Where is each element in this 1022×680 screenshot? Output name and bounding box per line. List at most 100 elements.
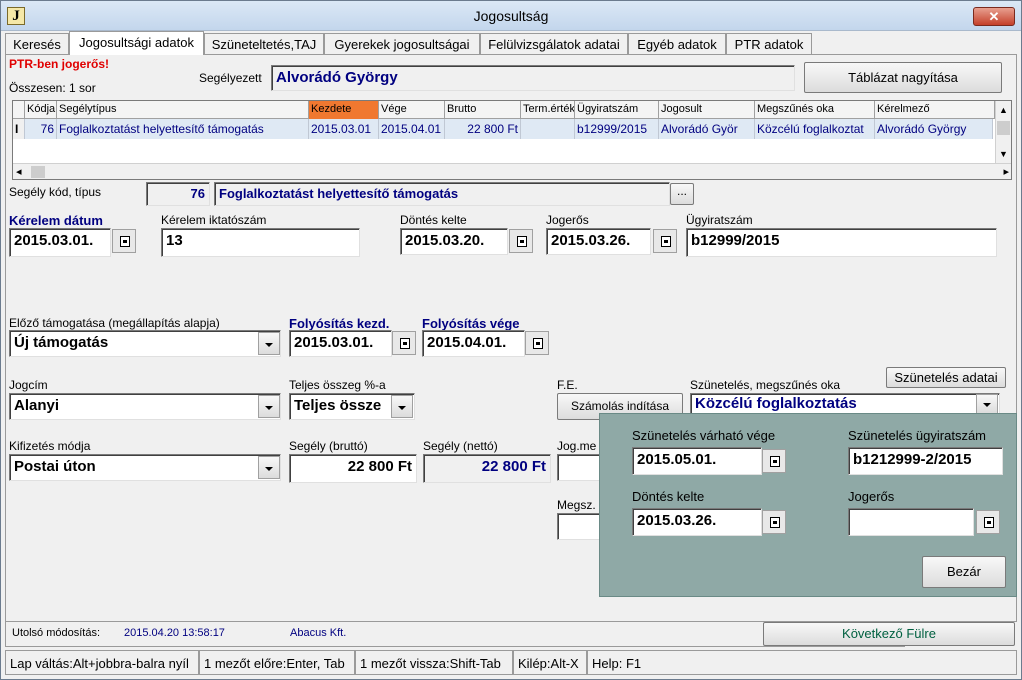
folyositas-vege-field[interactable]: 2015.04.01.: [422, 330, 525, 357]
col-term-ertek[interactable]: Term.érték: [521, 101, 575, 119]
ptr-warning: PTR-ben jogerős!: [9, 57, 110, 71]
vertical-scrollbar[interactable]: ▲ ▼: [995, 101, 1011, 163]
calendar-icon[interactable]: [976, 510, 1000, 534]
segelyezett-field: Alvorádó György: [271, 65, 795, 91]
col-vege[interactable]: Vége: [379, 101, 445, 119]
cell-vege: 2015.04.01: [379, 119, 445, 139]
dontes-kelte-field[interactable]: 2015.03.20.: [400, 228, 508, 255]
teljes-osszeg-label: Teljes összeg %-a: [289, 378, 386, 392]
grid-header: Kódja Segélytípus Kezdete Vége Brutto Te…: [13, 101, 1011, 119]
last-mod-user: Abacus Kft.: [290, 627, 347, 639]
jog-me-field[interactable]: [557, 454, 601, 481]
status-next-field: 1 mezőt előre:Enter, Tab: [199, 650, 355, 675]
last-mod-time: 2015.04.20 13:58:17: [124, 627, 225, 639]
col-kodja[interactable]: Kódja: [25, 101, 57, 119]
popup-varhato-vege-label: Szünetelés várható vége: [632, 428, 776, 443]
hscroll-thumb[interactable]: [31, 166, 45, 178]
table-row[interactable]: I 76 Foglalkoztatást helyettesítő támoga…: [13, 119, 993, 139]
scroll-down-icon[interactable]: ▼: [999, 149, 1008, 159]
popup-dontes-kelte-field[interactable]: 2015.03.26.: [632, 508, 762, 536]
cell-jogosult: Alvorádó Györ: [659, 119, 755, 139]
window-title: Jogosultság: [473, 8, 549, 24]
status-bar: Lap váltás:Alt+jobbra-balra nyíl 1 mezőt…: [5, 650, 1017, 676]
kifizetes-select[interactable]: Postai úton: [9, 454, 281, 481]
chevron-down-icon[interactable]: [391, 395, 413, 418]
jogcim-label: Jogcím: [9, 378, 48, 392]
popup-jogeros-field[interactable]: [848, 508, 974, 536]
jogcim-select[interactable]: Alanyi: [9, 393, 281, 420]
ugyiratszam-field[interactable]: b12999/2015: [686, 228, 997, 257]
horizontal-scrollbar[interactable]: ◂ ▸: [13, 163, 1011, 179]
cell-segelytipus: Foglalkoztatást helyettesítő támogatás: [57, 119, 309, 139]
elozo-tamogatasa-label: Előző támogatása (megállapítás alapja): [9, 316, 220, 330]
calendar-icon[interactable]: [762, 449, 786, 473]
calendar-icon[interactable]: [509, 229, 533, 253]
popup-ugyiratszam-field[interactable]: b1212999-2/2015: [848, 447, 1003, 475]
szunetelés-oka-select[interactable]: Közcélú foglalkoztatás: [690, 393, 1000, 415]
chevron-down-icon[interactable]: [258, 395, 280, 418]
popup-jogeros-label: Jogerős: [848, 489, 895, 504]
popup-ugyiratszam-label: Szünetelés ügyiratszám: [848, 428, 987, 443]
status-help: Help: F1: [587, 650, 1017, 675]
calendar-icon[interactable]: [392, 331, 416, 355]
next-tab-button[interactable]: Következő Fülre: [763, 622, 1015, 646]
segely-tipus-lookup-button[interactable]: ...: [670, 183, 694, 205]
calendar-icon[interactable]: [762, 510, 786, 534]
last-mod-label: Utolsó módosítás:: [12, 627, 101, 639]
netto-field: 22 800 Ft: [423, 454, 551, 483]
tab-egyeb[interactable]: Egyéb adatok: [628, 33, 726, 54]
popup-close-button[interactable]: Bezár: [922, 556, 1006, 588]
tab-szuneteltetes[interactable]: Szüneteltetés,TAJ: [204, 33, 324, 54]
calendar-icon[interactable]: [653, 229, 677, 253]
col-brutto[interactable]: Brutto: [445, 101, 521, 119]
folyositas-vege-label: Folyósítás vége: [422, 316, 520, 331]
brutto-field[interactable]: 22 800 Ft: [289, 454, 417, 483]
status-prev-field: 1 mezőt vissza:Shift-Tab: [355, 650, 513, 675]
calendar-icon[interactable]: [112, 229, 136, 253]
jogeros-field[interactable]: 2015.03.26.: [546, 228, 651, 255]
status-tab-switch: Lap váltás:Alt+jobbra-balra nyíl: [5, 650, 199, 675]
megsz-field[interactable]: [557, 513, 601, 540]
szunetelés-adatai-button[interactable]: Szünetelés adatai: [886, 367, 1006, 388]
chevron-down-icon[interactable]: [258, 456, 280, 479]
scroll-right-icon[interactable]: ▸: [1003, 165, 1009, 178]
popup-varhato-vege-field[interactable]: 2015.05.01.: [632, 447, 762, 475]
close-button[interactable]: ✕: [973, 7, 1015, 26]
chevron-down-icon[interactable]: [258, 332, 280, 355]
total-rows: Összesen: 1 sor: [9, 81, 96, 95]
enlarge-table-button[interactable]: Táblázat nagyítása: [804, 62, 1002, 93]
jogeros-label: Jogerős: [546, 213, 589, 227]
folyositas-kezd-field[interactable]: 2015.03.01.: [289, 330, 392, 357]
col-jogosult[interactable]: Jogosult: [659, 101, 755, 119]
tab-felulvizsgalatok[interactable]: Felülvizsgálatok adatai: [480, 33, 628, 54]
ugyiratszam-label: Ügyiratszám: [686, 213, 753, 227]
col-kezdete[interactable]: Kezdete: [309, 101, 379, 119]
szunetelés-oka-label: Szünetelés, megszűnés oka: [690, 378, 841, 392]
col-segelytipus[interactable]: Segélytípus: [57, 101, 309, 119]
elozo-tamogatasa-select[interactable]: Új támogatás: [9, 330, 281, 357]
kerelem-iktato-field[interactable]: 13: [161, 228, 360, 257]
kerelem-datum-field[interactable]: 2015.03.01.: [9, 228, 111, 257]
cell-kezdete: 2015.03.01: [309, 119, 379, 139]
megsz-label: Megsz.: [557, 498, 596, 512]
tab-jogosultsagi-adatok[interactable]: Jogosultsági adatok: [69, 31, 204, 55]
scroll-left-icon[interactable]: ◂: [16, 165, 22, 178]
col-ugyiratszam[interactable]: Ügyiratszám: [575, 101, 659, 119]
col-megszunes-oka[interactable]: Megszűnés oka: [755, 101, 875, 119]
popup-dontes-kelte-label: Döntés kelte: [632, 489, 705, 504]
cell-kerelmezo: Alvorádó György: [875, 119, 993, 139]
data-grid: Kódja Segélytípus Kezdete Vége Brutto Te…: [12, 100, 1012, 180]
kerelem-iktato-label: Kérelem iktatószám: [161, 213, 267, 227]
col-kerelmezo[interactable]: Kérelmező: [875, 101, 995, 119]
status-exit: Kilép:Alt-X: [513, 650, 587, 675]
scroll-up-icon[interactable]: ▲: [999, 105, 1008, 115]
kifizetes-label: Kifizetés módja: [9, 439, 91, 453]
szunetelés-popup: Szünetelés várható vége 2015.05.01. Szün…: [599, 413, 1017, 597]
tab-gyerekek[interactable]: Gyerekek jogosultságai: [324, 33, 480, 54]
calendar-icon[interactable]: [525, 331, 549, 355]
chevron-down-icon[interactable]: [976, 394, 998, 414]
tab-ptr[interactable]: PTR adatok: [726, 33, 812, 54]
tab-kereses[interactable]: Keresés: [5, 33, 69, 54]
cell-ugyiratszam: b12999/2015: [575, 119, 659, 139]
scroll-thumb[interactable]: [997, 121, 1010, 135]
